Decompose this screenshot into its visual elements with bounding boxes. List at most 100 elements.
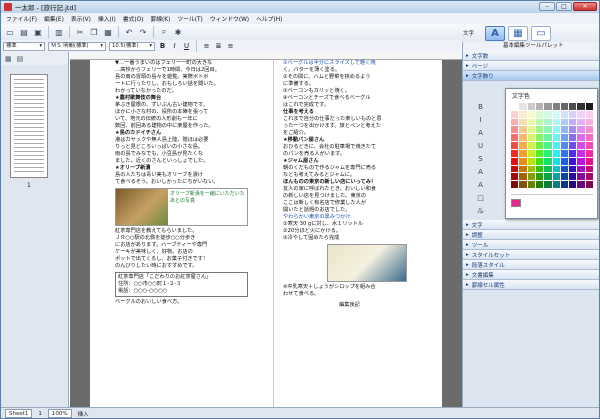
color-swatch[interactable] [511,110,519,118]
color-swatch[interactable] [560,142,569,149]
color-swatch[interactable] [527,103,535,110]
color-swatch[interactable] [552,103,560,110]
color-swatch[interactable] [519,173,527,181]
color-swatch[interactable] [560,181,569,188]
color-swatch[interactable] [552,134,560,142]
color-swatch[interactable] [560,134,569,142]
color-swatch[interactable] [535,165,544,173]
font-color-icon[interactable]: A [475,128,486,139]
color-swatch[interactable] [560,165,569,173]
color-swatch[interactable] [552,165,560,173]
color-swatch[interactable] [511,126,519,134]
color-swatch[interactable] [544,165,552,173]
color-swatch[interactable] [535,157,544,165]
color-swatch[interactable] [511,165,519,173]
table-mode-button[interactable]: ▦ [508,25,529,41]
color-swatch[interactable] [535,181,544,188]
shop-info-box[interactable]: 紅茶専門店「こだわりのお紅茶屋さん」 住所：○○市○○町１-２-３ 電話：○○○… [115,272,248,297]
thumbnail-view-icon[interactable]: ▦ [5,55,12,63]
undo-icon[interactable]: ↶ [123,26,135,38]
color-swatch[interactable] [552,110,560,118]
color-swatch[interactable] [560,149,569,157]
color-swatch[interactable] [511,157,519,165]
color-swatch[interactable] [511,181,519,188]
document-area[interactable]: ▼…一番うまいのはフェリー一町の大きな …高校からフェリーで1時間、今日は2回目。… [70,52,462,407]
style-select[interactable]: 標準 ▾ [3,41,45,51]
size-select[interactable]: 10.5(標準) ▾ [109,41,155,51]
menu-help[interactable]: ヘルプ(H) [256,14,282,23]
color-swatch[interactable] [577,157,585,165]
palette-section[interactable]: ▸ ページ [463,61,599,71]
color-swatch[interactable] [560,118,569,126]
color-swatch[interactable] [519,103,527,110]
align-left-icon[interactable]: ≡ [202,42,211,50]
color-swatch[interactable] [560,173,569,181]
color-swatch[interactable] [519,134,527,142]
color-swatch[interactable] [527,173,535,181]
color-swatch[interactable] [569,165,577,173]
color-swatch[interactable] [552,126,560,134]
color-swatch[interactable] [569,134,577,142]
palette-section[interactable]: ▸ 文字数 [463,51,599,61]
color-swatch[interactable] [577,142,585,149]
color-swatch[interactable] [569,181,577,188]
palette-section[interactable]: ▸ スタイルセット [463,250,599,260]
color-swatch[interactable] [585,142,593,149]
color-swatch[interactable] [552,142,560,149]
color-swatch[interactable] [585,134,593,142]
palette-section[interactable]: ▸ 文書編集 [463,270,599,280]
color-swatch[interactable] [511,134,519,142]
color-swatch[interactable] [552,173,560,181]
color-swatch[interactable] [544,149,552,157]
ruby-icon[interactable]: ル [475,206,486,217]
color-swatch[interactable] [535,149,544,157]
color-swatch[interactable] [544,118,552,126]
olive-photo-frame[interactable]: オリーブ新漬を一緒にいただいたあとの写真 [115,188,248,226]
color-swatch[interactable] [544,157,552,165]
boxed-char-icon[interactable]: □ [475,193,486,204]
color-swatch[interactable] [519,142,527,149]
color-swatch[interactable] [511,103,519,110]
paste-icon[interactable]: ▦ [102,26,114,38]
color-swatch[interactable] [577,181,585,188]
help-icon[interactable]: ✱ [172,26,184,38]
color-swatch[interactable] [577,103,585,110]
color-swatch[interactable] [535,173,544,181]
menu-window[interactable]: ウィンドウ(W) [210,14,249,23]
color-swatch[interactable] [535,142,544,149]
color-swatch[interactable] [511,118,519,126]
color-swatch[interactable] [560,126,569,134]
color-swatch[interactable] [544,110,552,118]
palette-section[interactable]: ▸ 文字 [463,220,599,230]
color-swatch[interactable] [527,149,535,157]
color-swatch[interactable] [519,110,527,118]
redo-icon[interactable]: ↷ [137,26,149,38]
color-swatch[interactable] [577,126,585,134]
color-swatch[interactable] [544,126,552,134]
sheet-tab[interactable]: Sheet1 [5,409,33,418]
outline-icon[interactable]: A [475,180,486,191]
current-color-swatch[interactable] [511,199,521,207]
color-swatch[interactable] [544,134,552,142]
color-swatch[interactable] [577,118,585,126]
new-icon[interactable]: ▭ [4,26,16,38]
color-swatch[interactable] [577,149,585,157]
color-swatch[interactable] [552,118,560,126]
color-swatch[interactable] [569,149,577,157]
maximize-button[interactable]: □ [556,2,572,11]
align-right-icon[interactable]: ≡ [226,42,235,50]
color-swatch[interactable] [511,173,519,181]
color-swatch[interactable] [544,181,552,188]
color-swatch[interactable] [569,103,577,110]
color-swatch[interactable] [544,173,552,181]
color-swatch[interactable] [569,157,577,165]
color-swatch[interactable] [560,103,569,110]
color-swatch[interactable] [535,110,544,118]
color-swatch[interactable] [527,134,535,142]
color-swatch[interactable] [577,110,585,118]
document-page[interactable]: ▼…一番うまいのはフェリー一町の大きな …高校からフェリーで1時間、今日は2回目。… [90,60,442,407]
color-swatch[interactable] [519,157,527,165]
bold-button[interactable]: B [158,42,167,50]
color-swatch[interactable] [569,118,577,126]
color-swatch[interactable] [527,118,535,126]
